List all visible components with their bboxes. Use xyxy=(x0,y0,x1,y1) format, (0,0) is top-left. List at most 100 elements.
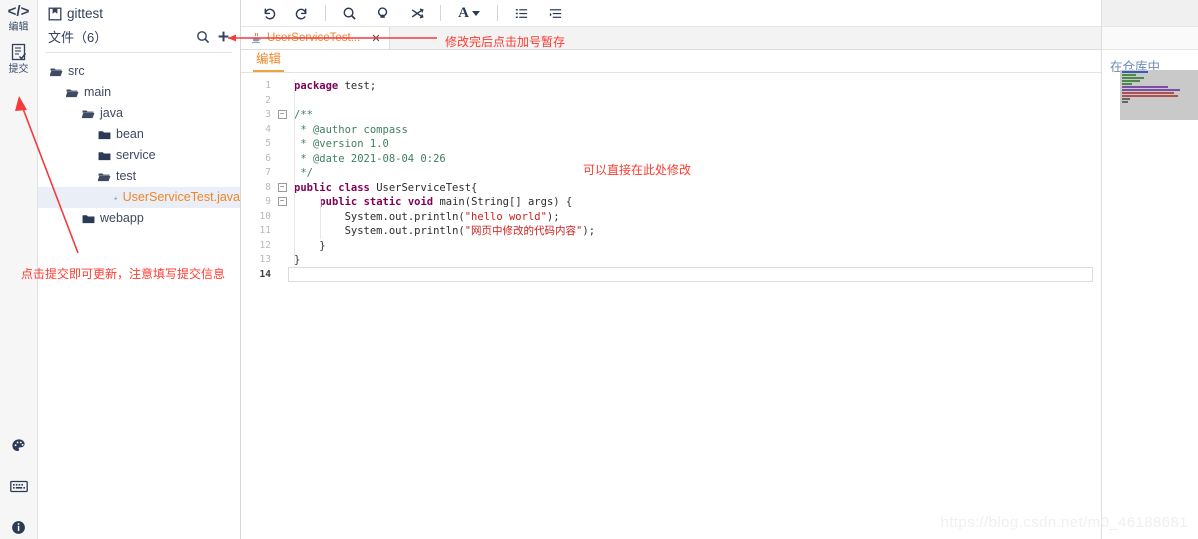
active-line-highlight xyxy=(288,267,1093,282)
toolbar-divider-1 xyxy=(325,5,326,21)
tab-edit[interactable]: 编辑 xyxy=(253,51,285,72)
code-minimap[interactable] xyxy=(1120,70,1198,120)
indent-guide-1 xyxy=(294,79,295,267)
line-number: 8 xyxy=(265,181,271,193)
explorer-divider xyxy=(46,52,232,53)
code-line: public static void main(String[] args) { xyxy=(319,196,573,208)
code-line: public class UserServiceTest{ xyxy=(294,181,478,194)
fold-slot xyxy=(276,137,288,152)
fold-toggle-icon[interactable]: − xyxy=(277,182,287,192)
close-icon[interactable]: ✕ xyxy=(371,32,380,45)
file-tab[interactable]: UserServiceTest... ✕ xyxy=(241,27,390,49)
tree-item-label: service xyxy=(116,148,156,162)
document-check-icon xyxy=(11,43,26,61)
fold-slot xyxy=(276,253,288,268)
line-number: 4 xyxy=(265,123,271,135)
rail-item-commit[interactable]: 提交 xyxy=(0,43,37,76)
search-replace-button[interactable] xyxy=(366,1,400,25)
file-explorer-panel: gittest 文件（6） src main java bean service test… xyxy=(38,0,241,539)
fold-slot xyxy=(276,224,288,239)
tree-item-userservicetest-java[interactable]: UserServiceTest.java xyxy=(38,187,240,208)
line-number: 5 xyxy=(265,138,271,149)
search-icon[interactable] xyxy=(196,30,210,44)
line-number: 2 xyxy=(265,94,271,106)
line-number: 3 xyxy=(265,109,271,120)
tree-item-label: src xyxy=(68,64,85,78)
info-icon xyxy=(12,521,25,534)
folder-open-icon xyxy=(50,67,63,76)
tree-item-main[interactable]: main xyxy=(38,82,240,103)
rail-item-theme[interactable] xyxy=(0,438,37,454)
folder-open-icon xyxy=(66,88,79,97)
search-replace-icon xyxy=(377,6,387,18)
repository-header: gittest xyxy=(38,0,240,23)
line-number: 12 xyxy=(259,239,271,251)
tree-item-java[interactable]: java xyxy=(38,103,240,124)
code-line: System.out.println("hello world"); xyxy=(344,210,560,223)
app-root: </> 编辑 提交 gittest 文件（6） src main java be… xyxy=(0,0,1198,539)
fold-slot xyxy=(276,166,288,181)
shuffle-button[interactable] xyxy=(400,1,434,25)
undo-icon xyxy=(264,7,275,19)
left-icon-rail: </> 编辑 提交 xyxy=(0,0,38,539)
font-select-button[interactable]: A xyxy=(447,1,491,25)
indent-guide-2 xyxy=(320,195,321,239)
indent-icon xyxy=(549,8,561,18)
line-number: 7 xyxy=(265,167,271,178)
tree-item-label: bean xyxy=(116,127,144,141)
tree-item-label: main xyxy=(84,85,112,99)
right-panel-subbar xyxy=(1102,27,1198,50)
repository-icon xyxy=(48,7,62,20)
indent-button[interactable] xyxy=(538,1,572,25)
tree-item-label: test xyxy=(116,169,137,183)
rail-item-edit-label: 编辑 xyxy=(8,22,29,33)
rail-item-keyboard[interactable] xyxy=(0,480,37,493)
search-icon xyxy=(343,7,356,20)
rail-item-edit[interactable]: </> 编辑 xyxy=(0,0,37,34)
line-number: 13 xyxy=(259,254,271,265)
code-line: System.out.println("网页中修改的代码内容"); xyxy=(344,225,596,237)
rail-item-info[interactable] xyxy=(0,520,37,535)
tree-item-service[interactable]: service xyxy=(38,145,240,166)
code-brackets-icon: </> xyxy=(7,3,30,20)
files-header: 文件（6） xyxy=(38,23,240,52)
fold-toggle-icon[interactable]: − xyxy=(277,197,287,206)
tree-item-bean[interactable]: bean xyxy=(38,124,240,145)
java-file-icon xyxy=(252,32,261,44)
file-tab-label: UserServiceTest... xyxy=(267,32,361,44)
code-editor-area[interactable]: 1 2 3 4 5 6 7 8 9 10 11 12 13 14 − − − package test; /… xyxy=(241,73,1101,539)
code-line: */ xyxy=(294,167,313,179)
code-content[interactable]: package test; /** * @author compass * @v… xyxy=(288,73,1101,539)
bullet-list-button[interactable] xyxy=(504,1,538,25)
code-line: * @author compass xyxy=(294,123,408,136)
fold-slot xyxy=(276,94,288,109)
rail-item-commit-label: 提交 xyxy=(8,64,29,75)
line-number: 14 xyxy=(259,268,271,280)
search-button[interactable] xyxy=(332,1,366,25)
code-line: * @date 2021-08-04 0:26 xyxy=(294,152,446,165)
plus-icon[interactable] xyxy=(217,30,230,43)
fold-slot xyxy=(276,239,288,254)
code-fold-column[interactable]: − − − xyxy=(276,73,288,539)
file-tree: src main java bean service test UserServiceTes… xyxy=(38,57,240,229)
java-file-icon xyxy=(114,195,118,200)
undo-button[interactable] xyxy=(251,1,285,25)
folder-closed-icon xyxy=(98,130,111,139)
right-panel-toolbar xyxy=(1102,0,1198,27)
code-line: package test; xyxy=(294,80,377,92)
code-line: /** xyxy=(294,109,313,121)
fold-slot: − xyxy=(276,108,288,123)
tree-item-label: UserServiceTest.java xyxy=(122,190,240,204)
tree-item-test[interactable]: test xyxy=(38,166,240,187)
redo-button[interactable] xyxy=(285,1,319,25)
palette-icon xyxy=(11,439,25,451)
folder-open-icon xyxy=(82,109,95,118)
fold-slot xyxy=(276,79,288,94)
tree-item-webapp[interactable]: webapp xyxy=(38,208,240,229)
redo-icon xyxy=(295,7,306,19)
fold-slot: − xyxy=(276,195,288,210)
file-tab-strip: UserServiceTest... ✕ xyxy=(241,27,1101,50)
files-count-label: 文件（6） xyxy=(48,30,108,45)
tree-item-src[interactable]: src xyxy=(38,61,240,82)
fold-toggle-icon[interactable]: − xyxy=(277,110,287,119)
